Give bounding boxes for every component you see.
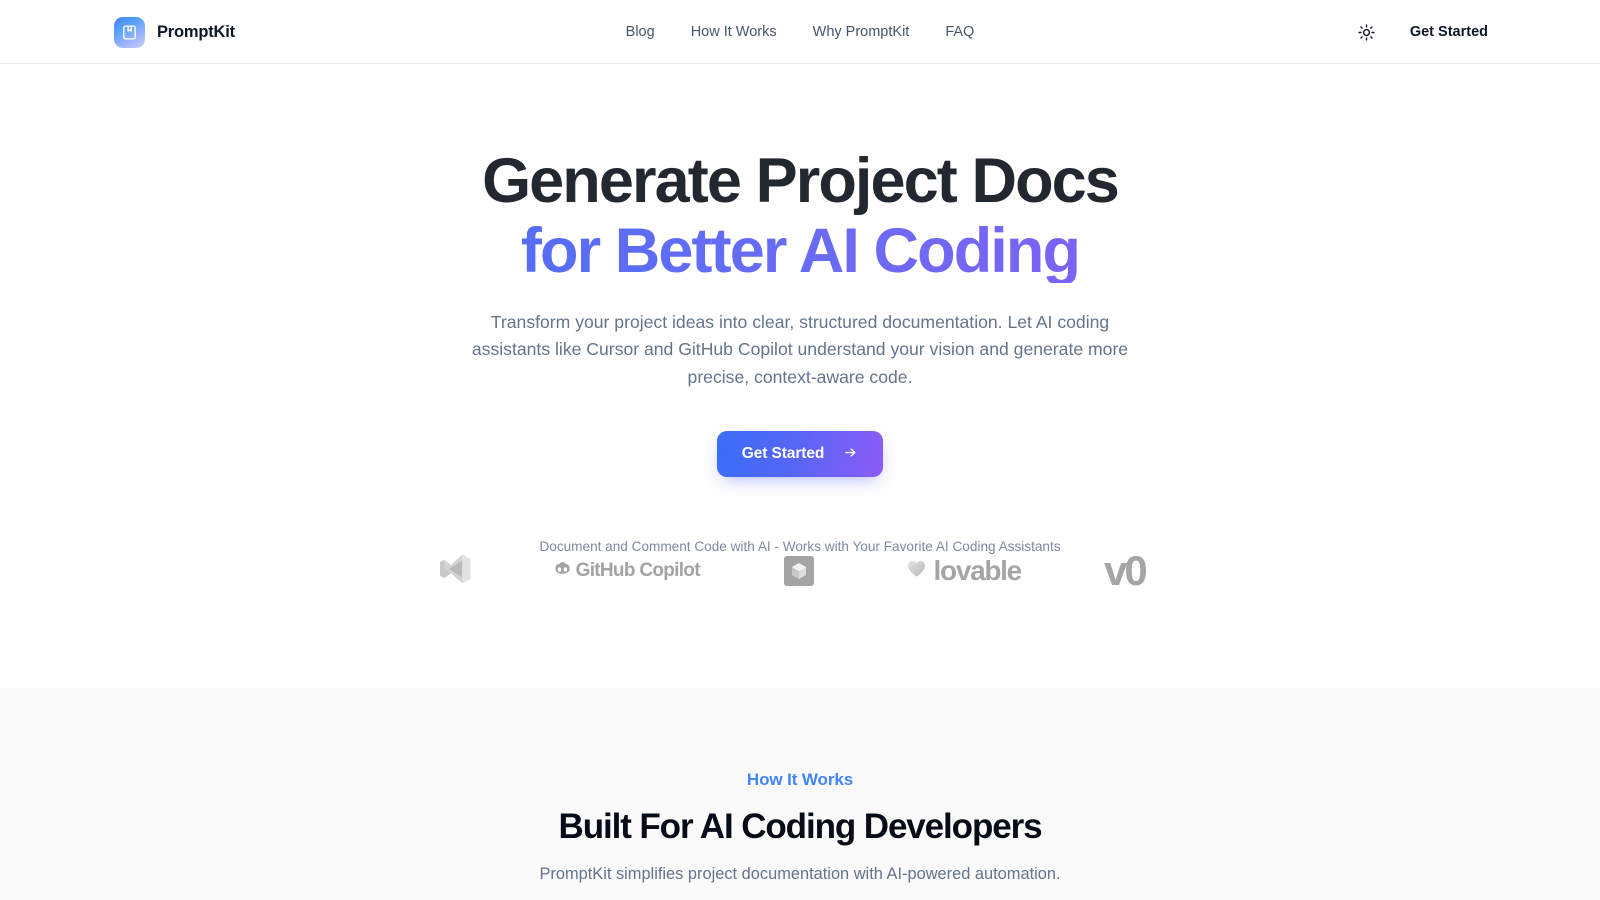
hero-cta-wrapper: Get Started <box>130 431 1470 478</box>
site-header: PromptKit Blog How It Works Why PromptKi… <box>0 0 1600 64</box>
hero-headline-line2: for Better AI Coding <box>130 220 1470 283</box>
partner-logos-row: GitHub Copilot lovable v0 <box>432 545 1168 597</box>
hero-section: Generate Project Docs for Better AI Codi… <box>0 64 1600 688</box>
how-it-works-title: Built For AI Coding Developers <box>558 807 1043 846</box>
nav-link-how-it-works[interactable]: How It Works <box>691 24 777 40</box>
vscode-logo-icon <box>438 552 472 591</box>
nav-link-faq[interactable]: FAQ <box>945 24 974 40</box>
header-get-started-link[interactable]: Get Started <box>1410 24 1488 40</box>
how-it-works-section: How It Works Built For AI Coding Develop… <box>0 688 1600 900</box>
hero-headline-line1: Generate Project Docs <box>482 146 1120 216</box>
v0-logo-icon: v0 <box>1104 547 1148 594</box>
hero-get-started-button[interactable]: Get Started <box>716 431 884 478</box>
hero-subheadline: Transform your project ideas into clear,… <box>471 312 1129 387</box>
logo-github-copilot: GitHub Copilot <box>552 545 702 597</box>
hero-headline: Generate Project Docs for Better AI Codi… <box>130 150 1470 283</box>
github-copilot-label: GitHub Copilot <box>575 560 701 581</box>
logo-cursor <box>776 545 822 597</box>
logo-v0: v0 <box>1104 545 1168 597</box>
logo-vscode <box>432 545 478 597</box>
github-copilot-logo-icon <box>554 560 571 583</box>
header-actions: Get Started <box>1356 0 1488 64</box>
lovable-label: lovable <box>933 555 1023 586</box>
sun-icon[interactable] <box>1356 21 1378 43</box>
cursor-logo-icon <box>783 556 814 586</box>
how-it-works-subtitle: PromptKit simplifies project documentati… <box>539 865 1061 883</box>
lovable-logo-icon <box>905 555 928 587</box>
landing-page: PromptKit Blog How It Works Why PromptKi… <box>0 0 1600 900</box>
arrow-right-icon <box>843 445 858 463</box>
nav-link-why-promptkit[interactable]: Why PromptKit <box>813 24 910 40</box>
how-it-works-eyebrow: How It Works <box>746 770 854 789</box>
hero-get-started-label: Get Started <box>741 445 825 463</box>
logo-lovable: lovable <box>895 545 1030 597</box>
nav-link-blog[interactable]: Blog <box>626 24 655 40</box>
